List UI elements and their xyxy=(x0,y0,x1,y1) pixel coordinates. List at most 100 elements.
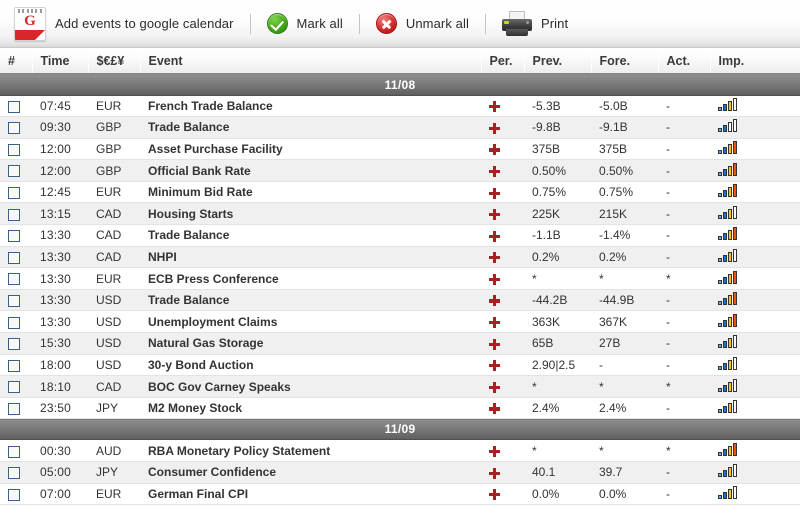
row-detail-toggle[interactable] xyxy=(481,138,524,161)
row-detail-toggle[interactable] xyxy=(481,483,524,506)
table-row[interactable]: 12:00 GBP Asset Purchase Facility 375B 375B - xyxy=(0,138,800,161)
row-event-name[interactable]: Trade Balance xyxy=(140,116,481,139)
table-row[interactable]: 13:30 USD Unemployment Claims 363K 367K - xyxy=(0,310,800,334)
row-checkbox[interactable] xyxy=(8,359,20,372)
plus-icon[interactable] xyxy=(489,381,500,393)
row-event-name[interactable]: Trade Balance xyxy=(140,289,481,312)
row-detail-toggle[interactable] xyxy=(481,289,524,312)
row-checkbox[interactable] xyxy=(8,316,20,329)
row-event-name[interactable]: Asset Purchase Facility xyxy=(140,138,481,161)
row-detail-toggle[interactable] xyxy=(481,354,524,377)
row-checkbox-cell[interactable] xyxy=(0,181,32,204)
col-header-imp[interactable]: Imp. xyxy=(710,48,800,75)
table-row[interactable]: 13:30 EUR ECB Press Conference * * * xyxy=(0,267,800,290)
col-header-event[interactable]: Event xyxy=(140,48,482,75)
row-event-name[interactable]: M2 Money Stock xyxy=(140,397,481,420)
row-event-name[interactable]: Minimum Bid Rate xyxy=(140,181,481,204)
col-header-per[interactable]: Per. xyxy=(481,48,525,75)
plus-icon[interactable] xyxy=(489,489,500,501)
add-to-google-calendar-button[interactable]: G Add events to google calendar xyxy=(12,6,236,41)
plus-icon[interactable] xyxy=(489,122,500,134)
row-event-name[interactable]: RBA Monetary Policy Statement xyxy=(140,439,481,462)
table-row[interactable]: 13:30 USD Trade Balance -44.2B -44.9B - xyxy=(0,289,800,312)
row-detail-toggle[interactable] xyxy=(481,159,524,182)
plus-icon[interactable] xyxy=(489,338,500,350)
row-checkbox[interactable] xyxy=(8,381,20,394)
plus-icon[interactable] xyxy=(489,144,500,156)
row-detail-toggle[interactable] xyxy=(481,332,524,355)
row-event-name[interactable]: Consumer Confidence xyxy=(140,461,481,484)
row-checkbox-cell[interactable] xyxy=(0,224,32,247)
row-checkbox-cell[interactable] xyxy=(0,95,32,118)
row-detail-toggle[interactable] xyxy=(481,202,524,226)
row-checkbox[interactable] xyxy=(8,251,20,264)
plus-icon[interactable] xyxy=(489,101,500,113)
plus-icon[interactable] xyxy=(489,295,500,307)
row-event-name[interactable]: BOC Gov Carney Speaks xyxy=(140,375,481,398)
col-header-act[interactable]: Act. xyxy=(658,48,711,75)
row-detail-toggle[interactable] xyxy=(481,439,524,462)
table-row[interactable]: 09:30 GBP Trade Balance -9.8B -9.1B - xyxy=(0,116,800,139)
col-header-fore[interactable]: Fore. xyxy=(591,48,659,75)
plus-icon[interactable] xyxy=(489,446,500,458)
row-event-name[interactable]: German Final CPI xyxy=(140,483,481,506)
row-detail-toggle[interactable] xyxy=(481,461,524,484)
col-header-time[interactable]: Time xyxy=(32,48,89,75)
row-event-name[interactable]: Unemployment Claims xyxy=(140,310,481,334)
unmark-all-button[interactable]: Unmark all xyxy=(374,7,471,41)
table-row[interactable]: 12:00 GBP Official Bank Rate 0.50% 0.50% - xyxy=(0,159,800,182)
print-button[interactable]: Print xyxy=(500,7,570,41)
row-event-name[interactable]: Housing Starts xyxy=(140,202,481,226)
row-checkbox-cell[interactable] xyxy=(0,310,32,334)
row-checkbox[interactable] xyxy=(8,338,20,351)
col-header-num[interactable]: # xyxy=(0,48,33,75)
table-row[interactable]: 13:15 CAD Housing Starts 225K 215K - xyxy=(0,202,800,226)
row-checkbox-cell[interactable] xyxy=(0,159,32,182)
row-event-name[interactable]: Official Bank Rate xyxy=(140,159,481,182)
col-header-currency[interactable]: $€£¥ xyxy=(88,48,141,75)
row-checkbox[interactable] xyxy=(8,100,20,113)
row-checkbox-cell[interactable] xyxy=(0,375,32,398)
row-detail-toggle[interactable] xyxy=(481,310,524,334)
plus-icon[interactable] xyxy=(489,209,500,221)
col-header-prev[interactable]: Prev. xyxy=(524,48,592,75)
plus-icon[interactable] xyxy=(489,187,500,199)
row-detail-toggle[interactable] xyxy=(481,246,524,269)
plus-icon[interactable] xyxy=(489,317,500,329)
row-checkbox[interactable] xyxy=(8,165,20,178)
row-checkbox-cell[interactable] xyxy=(0,439,32,462)
row-checkbox[interactable] xyxy=(8,273,20,286)
table-row[interactable]: 13:30 CAD NHPI 0.2% 0.2% - xyxy=(0,246,800,269)
table-row[interactable]: 18:00 USD 30-y Bond Auction 2.90|2.5- - xyxy=(0,354,800,377)
mark-all-button[interactable]: Mark all xyxy=(265,7,345,41)
row-checkbox[interactable] xyxy=(8,488,20,501)
plus-icon[interactable] xyxy=(489,252,500,264)
plus-icon[interactable] xyxy=(489,165,500,177)
row-checkbox[interactable] xyxy=(8,122,20,135)
row-checkbox-cell[interactable] xyxy=(0,289,32,312)
row-checkbox[interactable] xyxy=(8,208,20,221)
table-row[interactable]: 00:30 AUD RBA Monetary Policy Statement * * * xyxy=(0,439,800,462)
row-checkbox-cell[interactable] xyxy=(0,397,32,420)
row-event-name[interactable]: 30-y Bond Auction xyxy=(140,354,481,377)
row-checkbox[interactable] xyxy=(8,230,20,243)
row-detail-toggle[interactable] xyxy=(481,116,524,139)
plus-icon[interactable] xyxy=(489,273,500,285)
row-checkbox[interactable] xyxy=(8,294,20,307)
table-row[interactable]: 12:45 EUR Minimum Bid Rate 0.75% 0.75% - xyxy=(0,181,800,204)
table-row[interactable]: 07:45 EUR French Trade Balance -5.3B -5.0B - xyxy=(0,95,800,118)
row-checkbox[interactable] xyxy=(8,467,20,480)
row-detail-toggle[interactable] xyxy=(481,95,524,118)
row-checkbox-cell[interactable] xyxy=(0,354,32,377)
row-event-name[interactable]: French Trade Balance xyxy=(140,95,481,118)
row-event-name[interactable]: Natural Gas Storage xyxy=(140,332,481,355)
row-detail-toggle[interactable] xyxy=(481,224,524,247)
row-checkbox[interactable] xyxy=(8,445,20,458)
row-checkbox-cell[interactable] xyxy=(0,483,32,506)
plus-icon[interactable] xyxy=(489,360,500,372)
row-detail-toggle[interactable] xyxy=(481,267,524,290)
row-event-name[interactable]: Trade Balance xyxy=(140,224,481,247)
row-checkbox-cell[interactable] xyxy=(0,332,32,355)
row-detail-toggle[interactable] xyxy=(481,397,524,420)
table-row[interactable]: 05:00 JPY Consumer Confidence 40.1 39.7- xyxy=(0,461,800,484)
